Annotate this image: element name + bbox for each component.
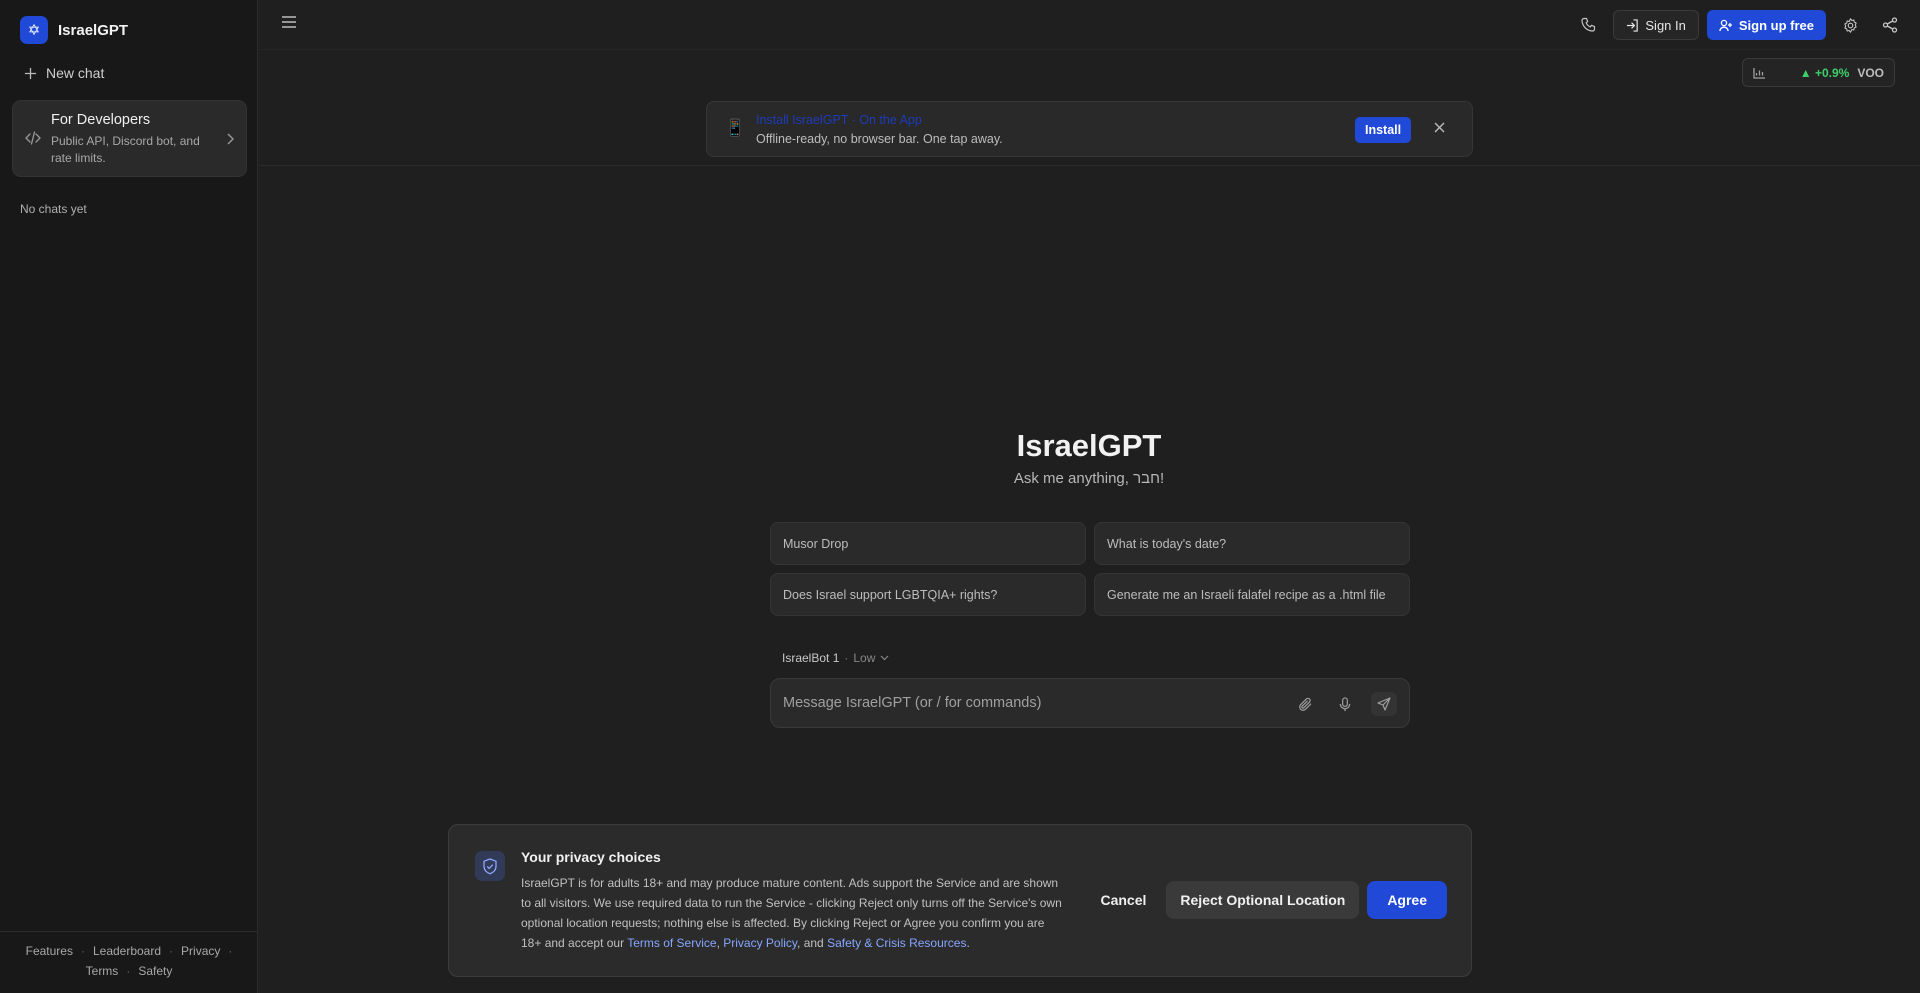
share-icon[interactable] <box>1874 10 1906 40</box>
install-banner-title[interactable]: Install IsraelGPT · On the App <box>756 113 922 127</box>
model-separator: · <box>844 651 849 665</box>
footer-separator: · <box>228 944 233 958</box>
model-selector[interactable]: IsraelBot 1 · Low <box>782 651 889 665</box>
sign-in-button[interactable]: Sign In <box>1613 10 1699 40</box>
privacy-policy-link[interactable]: Privacy Policy <box>723 936 797 950</box>
sign-in-label: Sign In <box>1645 17 1686 33</box>
mobile-phone-icon: 📱 <box>725 120 745 137</box>
send-icon[interactable] <box>1371 692 1397 716</box>
no-chats-empty-state: No chats yet <box>20 202 87 216</box>
chevron-down-icon <box>880 655 889 661</box>
close-icon[interactable] <box>1434 122 1445 133</box>
for-developers-card[interactable]: For Developers Public API, Discord bot, … <box>12 100 247 177</box>
model-name: IsraelBot 1 <box>782 651 840 665</box>
install-banner-subtitle: Offline-ready, no browser bar. One tap a… <box>756 132 1003 146</box>
new-chat-label: New chat <box>46 65 105 81</box>
chart-icon <box>1753 67 1765 79</box>
footer-separator: · <box>169 944 174 958</box>
privacy-consent-dialog: Your privacy choices IsraelGPT is for ad… <box>448 824 1472 977</box>
plus-icon <box>24 67 37 79</box>
footer-separator: · <box>126 964 131 978</box>
cancel-button[interactable]: Cancel <box>1088 881 1158 919</box>
new-chat-button[interactable]: New chat <box>14 59 244 87</box>
footer-link-leaderboard[interactable]: Leaderboard <box>93 944 161 958</box>
sidebar: ✡ IsraelGPT New chat For Developers Publ… <box>0 0 258 993</box>
sign-up-free-button[interactable]: Sign up free <box>1706 10 1826 40</box>
privacy-body-end: . <box>966 936 970 950</box>
microphone-icon[interactable] <box>1332 692 1358 716</box>
chevron-right-icon <box>227 133 234 145</box>
developer-card-description: Public API, Discord bot, and rate limits… <box>51 134 200 165</box>
settings-icon[interactable] <box>1834 10 1866 40</box>
install-banner: 📱 Install IsraelGPT · On the App Offline… <box>706 101 1473 157</box>
privacy-title: Your privacy choices <box>521 849 661 865</box>
privacy-body-separator: , and <box>797 936 828 950</box>
suggestion-chip[interactable]: Musor Drop <box>770 522 1086 565</box>
topbar: Sign In Sign up free <box>259 0 1920 50</box>
phone-icon[interactable] <box>1573 10 1605 40</box>
brand-name: IsraelGPT <box>58 21 129 39</box>
user-plus-icon <box>1719 19 1732 31</box>
footer-link-features[interactable]: Features <box>26 944 73 958</box>
footer-separator: · <box>80 944 85 958</box>
model-level: Low <box>853 651 876 665</box>
safety-resources-link[interactable]: Safety & Crisis Resources <box>827 936 966 950</box>
star-of-david-logo-icon: ✡ <box>20 16 48 44</box>
sidebar-footer: Features · Leaderboard · Privacy · Terms… <box>0 931 258 993</box>
hero-title: IsraelGPT <box>1016 428 1162 463</box>
brand[interactable]: ✡ IsraelGPT <box>20 16 128 44</box>
reject-optional-location-button[interactable]: Reject Optional Location <box>1166 881 1360 919</box>
suggestion-chip[interactable]: Does Israel support LGBTQIA+ rights? <box>770 573 1086 616</box>
sign-in-icon <box>1627 18 1639 32</box>
stock-ticker[interactable]: ▲ +0.9% VOO <box>1742 58 1895 87</box>
menu-icon[interactable] <box>281 15 297 29</box>
terms-of-service-link[interactable]: Terms of Service <box>627 936 716 950</box>
footer-link-terms[interactable]: Terms <box>86 964 119 978</box>
install-button[interactable]: Install <box>1355 117 1412 143</box>
suggestion-grid: Musor Drop What is today's date? Does Is… <box>770 522 1410 616</box>
message-composer <box>770 678 1410 728</box>
ticker-change: ▲ +0.9% <box>1799 65 1850 80</box>
suggestion-chip[interactable]: Generate me an Israeli falafel recipe as… <box>1094 573 1410 616</box>
agree-button[interactable]: Agree <box>1367 881 1447 919</box>
suggestion-chip[interactable]: What is today's date? <box>1094 522 1410 565</box>
code-icon <box>25 131 41 145</box>
paperclip-icon[interactable] <box>1292 692 1318 716</box>
hero-subtitle: Ask me anything, חבר! <box>1013 470 1165 487</box>
developer-card-title: For Developers <box>51 112 151 128</box>
footer-link-safety[interactable]: Safety <box>138 964 172 978</box>
install-banner-area: 📱 Install IsraelGPT · On the App Offline… <box>259 96 1920 166</box>
privacy-body: IsraelGPT is for adults 18+ and may prod… <box>521 873 1066 953</box>
message-input[interactable] <box>783 691 1263 715</box>
sign-up-label: Sign up free <box>1738 17 1814 33</box>
footer-link-privacy[interactable]: Privacy <box>181 944 220 958</box>
ticker-symbol: VOO <box>1857 65 1884 80</box>
shield-check-icon <box>475 851 505 881</box>
